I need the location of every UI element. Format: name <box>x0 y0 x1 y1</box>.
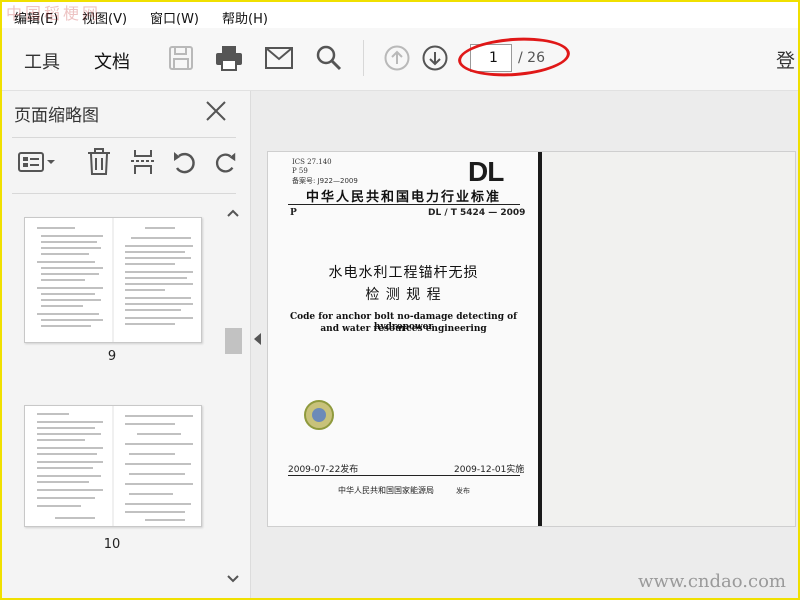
tab-document[interactable]: 文档 <box>94 48 130 74</box>
thumbnail-page-10[interactable] <box>24 405 202 527</box>
doc-issuer: 中华人民共和国国家能源局 <box>338 486 434 495</box>
doc-code-prefix: P <box>290 208 297 218</box>
thumbnail-page-9[interactable] <box>24 217 202 343</box>
menu-window[interactable]: 窗口(W) <box>150 8 199 27</box>
tab-tools[interactable]: 工具 <box>24 48 60 74</box>
doc-rule-bottom <box>288 475 520 476</box>
doc-rule-top <box>288 204 520 205</box>
thumbnail-options-icon[interactable] <box>16 147 58 177</box>
panel-divider <box>12 137 236 138</box>
dl-logo: DL <box>468 156 504 187</box>
doc-code-number: DL / T 5424 — 2009 <box>428 208 526 218</box>
toolbar: 工具 文档 1 / 26 登 <box>2 28 798 91</box>
doc-standard-title: 中华人民共和国电力行业标准 <box>305 190 501 205</box>
highlight-circle <box>456 34 572 80</box>
print-icon[interactable] <box>214 43 244 73</box>
mail-icon[interactable] <box>264 43 294 73</box>
seal-logo <box>304 400 334 430</box>
page-right-half <box>542 152 795 526</box>
thumbnail-label-9: 9 <box>107 349 117 364</box>
page-left-half: ICS 27.140 P 59 备案号: J922—2009 DL 中华人民共和… <box>268 152 539 526</box>
rotate-ccw-icon[interactable] <box>170 147 200 177</box>
collapse-panel-icon[interactable] <box>254 333 261 345</box>
thumbnail-panel: 页面缩略图 9 10 <box>2 91 251 598</box>
thumbnail-label-10: 10 <box>103 537 121 552</box>
panel-title: 页面缩略图 <box>14 106 99 126</box>
close-icon[interactable] <box>204 99 228 123</box>
prev-page-icon[interactable] <box>382 43 412 73</box>
panel-divider-2 <box>12 193 236 194</box>
scroll-up-icon[interactable] <box>226 203 240 222</box>
search-icon[interactable] <box>314 43 344 73</box>
menu-bar: 编辑(E) 视图(V) 窗口(W) 帮助(H) <box>2 2 798 28</box>
watermark-bottom-right: www.cndao.com <box>638 571 786 592</box>
watermark-top-left: 中国稻梗网 <box>6 4 102 23</box>
thumbnail-scrollbar[interactable] <box>224 203 242 593</box>
scrollbar-thumb[interactable] <box>225 328 242 354</box>
menu-help[interactable]: 帮助(H) <box>222 8 268 27</box>
doc-title-cn-2: 检 测 规 程 <box>365 287 442 303</box>
extract-icon[interactable] <box>128 147 158 177</box>
doc-title-en-2: and water resources engineering <box>320 324 487 334</box>
doc-publish-date: 2009-07-22发布 <box>288 465 359 475</box>
doc-issuer-tag: 发布 <box>456 487 470 495</box>
doc-effective-date: 2009-12-01实施 <box>454 465 525 475</box>
scroll-down-icon[interactable] <box>226 569 240 588</box>
document-page: ICS 27.140 P 59 备案号: J922—2009 DL 中华人民共和… <box>267 151 796 527</box>
save-icon[interactable] <box>166 43 196 73</box>
doc-p59: P 59 <box>292 167 308 175</box>
doc-ics: ICS 27.140 <box>292 158 332 166</box>
next-page-icon[interactable] <box>420 43 450 73</box>
login-button[interactable]: 登 <box>776 46 795 73</box>
delete-icon[interactable] <box>84 147 114 177</box>
rotate-cw-icon[interactable] <box>212 147 238 177</box>
toolbar-separator <box>363 40 364 76</box>
doc-record: 备案号: J922—2009 <box>292 177 358 185</box>
doc-title-cn-1: 水电水利工程锚杆无损 <box>328 265 479 281</box>
